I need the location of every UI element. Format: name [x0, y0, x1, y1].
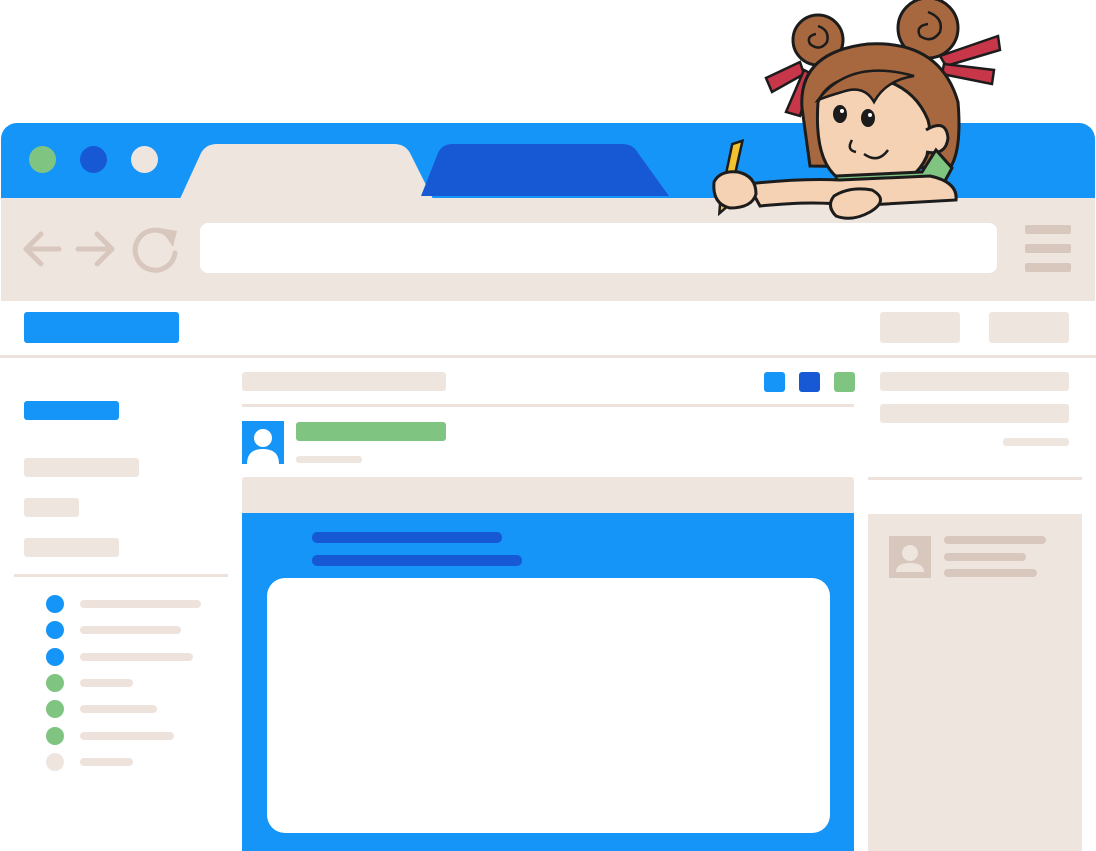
sidebar-active-item[interactable]: [24, 401, 119, 420]
list-bullet: [46, 726, 64, 745]
suggestion-line: [944, 536, 1046, 544]
right-subheading-bar: [880, 404, 1069, 423]
post-title-line: [312, 532, 502, 543]
header-divider: [0, 355, 1096, 358]
sidebar-item[interactable]: [24, 458, 139, 477]
list-bullet: [46, 647, 64, 666]
main-heading-bar: [242, 372, 446, 391]
address-bar[interactable]: [200, 223, 997, 273]
suggested-user-avatar-icon[interactable]: [889, 536, 931, 578]
list-bullet: [46, 595, 64, 613]
view-toggle-navy[interactable]: [799, 372, 820, 392]
post-author-name[interactable]: [296, 422, 446, 441]
list-item[interactable]: [80, 731, 174, 740]
header-button-2[interactable]: [989, 312, 1069, 343]
list-item[interactable]: [80, 678, 133, 687]
main-divider: [242, 404, 854, 407]
list-bullet: [46, 673, 64, 692]
list-bullet: [46, 752, 64, 771]
user-avatar-icon[interactable]: [242, 421, 284, 464]
post-meta: [296, 456, 362, 463]
list-bullet: [46, 621, 64, 640]
tab-active[interactable]: [179, 144, 434, 201]
reload-icon[interactable]: [129, 223, 183, 275]
list-bullet: [46, 700, 64, 719]
hamburger-menu-icon[interactable]: [1025, 225, 1071, 234]
forward-arrow-icon[interactable]: [74, 226, 118, 272]
list-item[interactable]: [80, 600, 201, 608]
list-item[interactable]: [80, 626, 181, 635]
sidebar-divider: [14, 574, 228, 577]
post-content-area[interactable]: [267, 578, 830, 833]
back-arrow-icon[interactable]: [21, 226, 63, 272]
right-divider: [868, 477, 1082, 480]
right-link[interactable]: [1003, 438, 1069, 446]
hamburger-menu-line: [1025, 244, 1071, 253]
list-item[interactable]: [80, 652, 193, 661]
girl-drawing-illustration: [712, 0, 1002, 220]
hamburger-menu-line: [1025, 263, 1071, 272]
view-toggle-green[interactable]: [834, 372, 855, 392]
header-button-1[interactable]: [880, 312, 960, 343]
site-logo-bar[interactable]: [24, 312, 179, 343]
post-card-header: [242, 477, 854, 513]
suggestion-line: [944, 569, 1037, 577]
post-subtitle-line: [312, 555, 522, 566]
list-item[interactable]: [80, 705, 157, 714]
list-item[interactable]: [80, 757, 133, 766]
suggestion-line: [944, 553, 1026, 561]
sidebar-item[interactable]: [24, 538, 119, 557]
sidebar-item[interactable]: [24, 498, 79, 517]
tab-inactive[interactable]: [421, 144, 669, 196]
view-toggle-blue[interactable]: [764, 372, 785, 392]
right-heading-bar: [880, 372, 1069, 391]
